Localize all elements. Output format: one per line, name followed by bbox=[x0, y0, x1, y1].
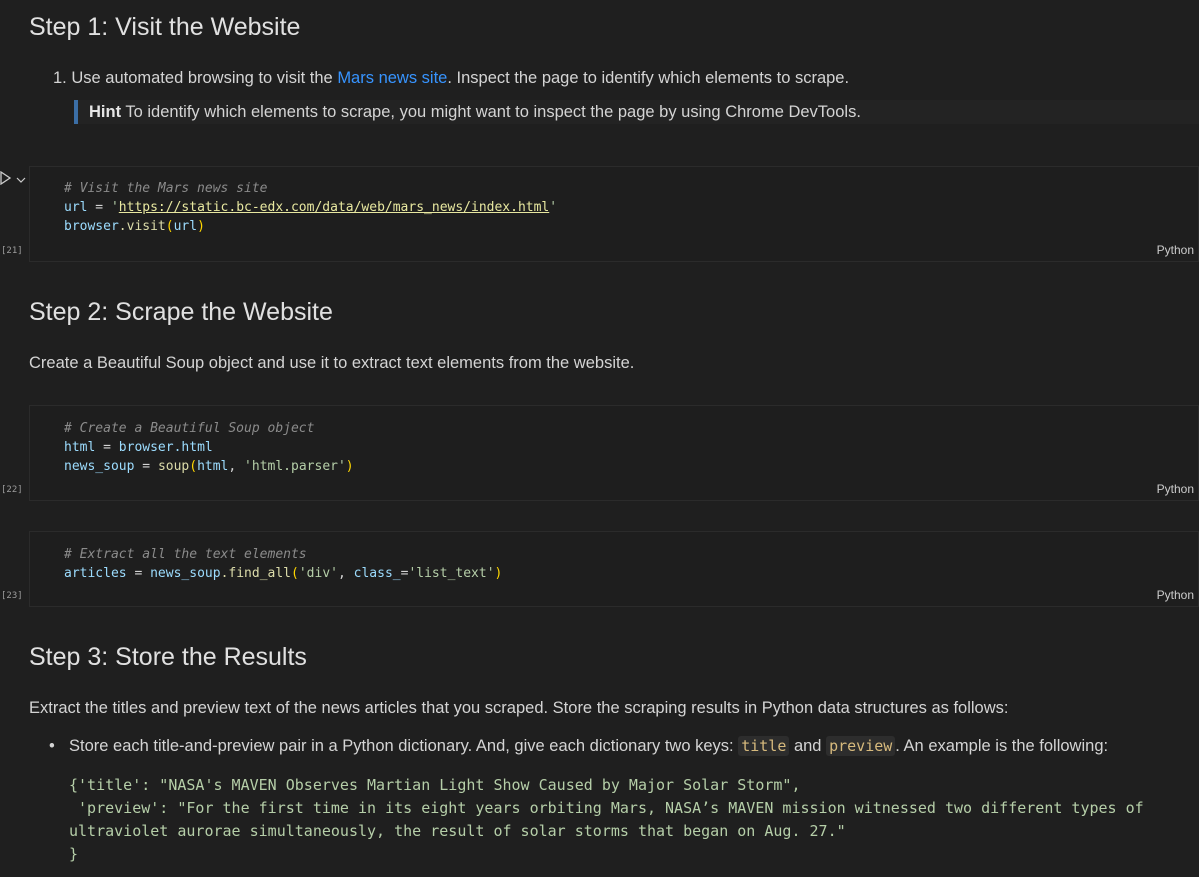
code-token: url bbox=[64, 200, 88, 215]
code-token: news_soup bbox=[150, 566, 221, 581]
hint-blockquote: Hint To identify which elements to scrap… bbox=[74, 100, 1199, 124]
code-token: ' bbox=[110, 200, 119, 215]
code-editor-21[interactable]: # Visit the Mars news site url = 'https:… bbox=[64, 179, 557, 236]
code-token: .find_all bbox=[220, 566, 292, 581]
step2-heading: Step 2: Scrape the Website bbox=[29, 298, 333, 326]
inline-code-preview: preview bbox=[826, 736, 896, 756]
code-token: 'html.parser' bbox=[244, 459, 346, 474]
code-token: url bbox=[173, 219, 198, 234]
code-token: = bbox=[87, 200, 111, 215]
code-cell-22[interactable]: # Create a Beautiful Soup object html = … bbox=[29, 405, 1199, 501]
run-cell-button[interactable] bbox=[0, 170, 12, 186]
code-cell-21[interactable]: # Visit the Mars news site url = 'https:… bbox=[29, 166, 1199, 262]
step1-list-item: 1. Use automated browsing to visit the M… bbox=[53, 69, 849, 88]
code-editor-22[interactable]: # Create a Beautiful Soup object html = … bbox=[64, 419, 354, 476]
cell-language-label[interactable]: Python bbox=[1157, 243, 1194, 257]
execution-count: [23] bbox=[1, 591, 23, 601]
code-token: browser bbox=[64, 219, 119, 234]
code-token: .visit bbox=[118, 219, 166, 234]
code-token: browser.html bbox=[118, 440, 213, 455]
step3-heading-block: Step 3: Store the Results bbox=[29, 643, 1199, 672]
code-editor-23[interactable]: # Extract all the text elements articles… bbox=[64, 545, 502, 583]
bullet-suffix: . An example is the following: bbox=[895, 737, 1109, 755]
code-token: = bbox=[134, 459, 158, 474]
code-cell-23[interactable]: # Extract all the text elements articles… bbox=[29, 531, 1199, 607]
code-token: html bbox=[64, 440, 96, 455]
bullet-prefix: Store each title-and-preview pair in a P… bbox=[69, 737, 739, 755]
execution-count: [22] bbox=[1, 485, 23, 495]
code-token: soup bbox=[157, 459, 190, 474]
code-comment: # Extract all the text elements bbox=[64, 547, 307, 562]
execution-count: [21] bbox=[1, 246, 23, 256]
chevron-down-icon bbox=[16, 177, 26, 183]
code-token: class_ bbox=[353, 566, 401, 581]
bullet-dot: • bbox=[49, 737, 55, 755]
code-token: ' bbox=[549, 200, 558, 215]
step1-heading: Step 1: Visit the Website bbox=[29, 13, 301, 41]
step1-item-prefix: 1. Use automated browsing to visit the bbox=[53, 69, 338, 87]
cell-language-label[interactable]: Python bbox=[1157, 482, 1194, 496]
code-token: = bbox=[95, 440, 119, 455]
code-token: 'div' bbox=[298, 566, 338, 581]
code-token: html bbox=[197, 459, 229, 474]
example-code-block: {'title': "NASA's MAVEN Observes Martian… bbox=[69, 776, 1144, 863]
bullet-and: and bbox=[789, 737, 827, 755]
step2-heading-block: Step 2: Scrape the Website bbox=[29, 298, 1199, 327]
code-token: = bbox=[126, 566, 151, 581]
step1-item-suffix: . Inspect the page to identify which ele… bbox=[447, 69, 850, 87]
play-icon bbox=[0, 170, 12, 186]
cell-language-label[interactable]: Python bbox=[1157, 588, 1194, 602]
step3-paragraph: Extract the titles and preview text of t… bbox=[29, 699, 1009, 717]
step1-heading-block: Step 1: Visit the Website bbox=[29, 13, 1199, 42]
code-token: news_soup bbox=[64, 459, 135, 474]
step3-bullet: • Store each title-and-preview pair in a … bbox=[49, 736, 1109, 756]
step2-paragraph: Create a Beautiful Soup object and use i… bbox=[29, 354, 635, 372]
hint-text: To identify which elements to scrape, yo… bbox=[121, 103, 861, 121]
code-url[interactable]: https://static.bc-edx.com/data/web/mars_… bbox=[119, 200, 549, 215]
code-comment: # Create a Beautiful Soup object bbox=[64, 421, 315, 436]
hint-label: Hint bbox=[89, 103, 122, 121]
mars-news-link[interactable]: Mars news site bbox=[337, 69, 447, 87]
inline-code-title: title bbox=[738, 736, 790, 756]
code-token: articles bbox=[64, 566, 127, 581]
step3-heading: Step 3: Store the Results bbox=[29, 643, 307, 671]
cell-options-button[interactable] bbox=[16, 172, 26, 183]
code-token: 'list_text' bbox=[408, 566, 495, 581]
code-comment: # Visit the Mars news site bbox=[64, 181, 268, 196]
